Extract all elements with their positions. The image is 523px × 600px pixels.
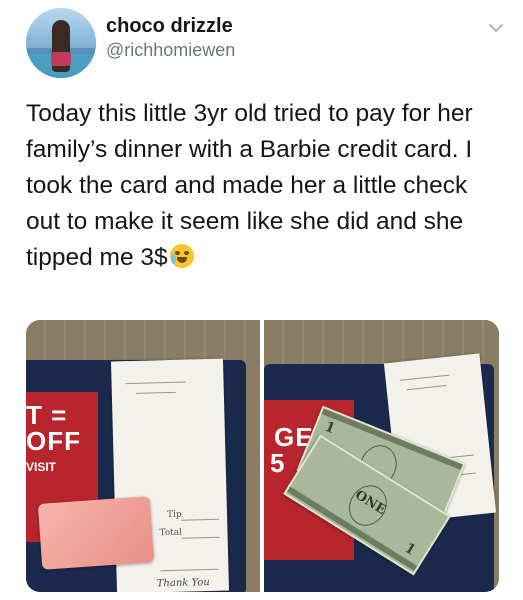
tweet-card: choco drizzle @richhomiewen Today this l… (0, 0, 523, 600)
promo-text: T = (26, 400, 68, 430)
avatar-shorts (51, 52, 71, 66)
bill-value: 1 (322, 418, 338, 438)
promo-visit: VISIT (26, 460, 57, 474)
barbie-credit-card (37, 496, 155, 570)
display-name[interactable]: choco drizzle (106, 14, 235, 38)
tweet-header: choco drizzle @richhomiewen (26, 8, 506, 80)
tweet-media[interactable]: T = OFF VISIT Tip Total Thank You GE 5 1… (26, 320, 499, 592)
author-names: choco drizzle @richhomiewen (106, 14, 235, 62)
receipt-total-label: Total (159, 527, 183, 539)
tweet-body: Today this little 3yr old tried to pay f… (26, 100, 473, 271)
tweet-text: Today this little 3yr old tried to pay f… (26, 96, 506, 276)
user-handle[interactable]: @richhomiewen (106, 38, 235, 62)
bill-value: 1 (401, 540, 419, 559)
chevron-down-icon[interactable] (486, 18, 506, 38)
photo-left[interactable]: T = OFF VISIT Tip Total Thank You (26, 320, 260, 592)
promo-text-off: OFF (26, 426, 81, 456)
crying-face-emoji-icon (169, 244, 194, 268)
avatar[interactable] (26, 8, 96, 78)
receipt-tip-label: Tip (166, 509, 182, 521)
receipt-note: Thank You (156, 576, 210, 590)
photo-right[interactable]: GE 5 1 ONE 1 (264, 320, 499, 592)
